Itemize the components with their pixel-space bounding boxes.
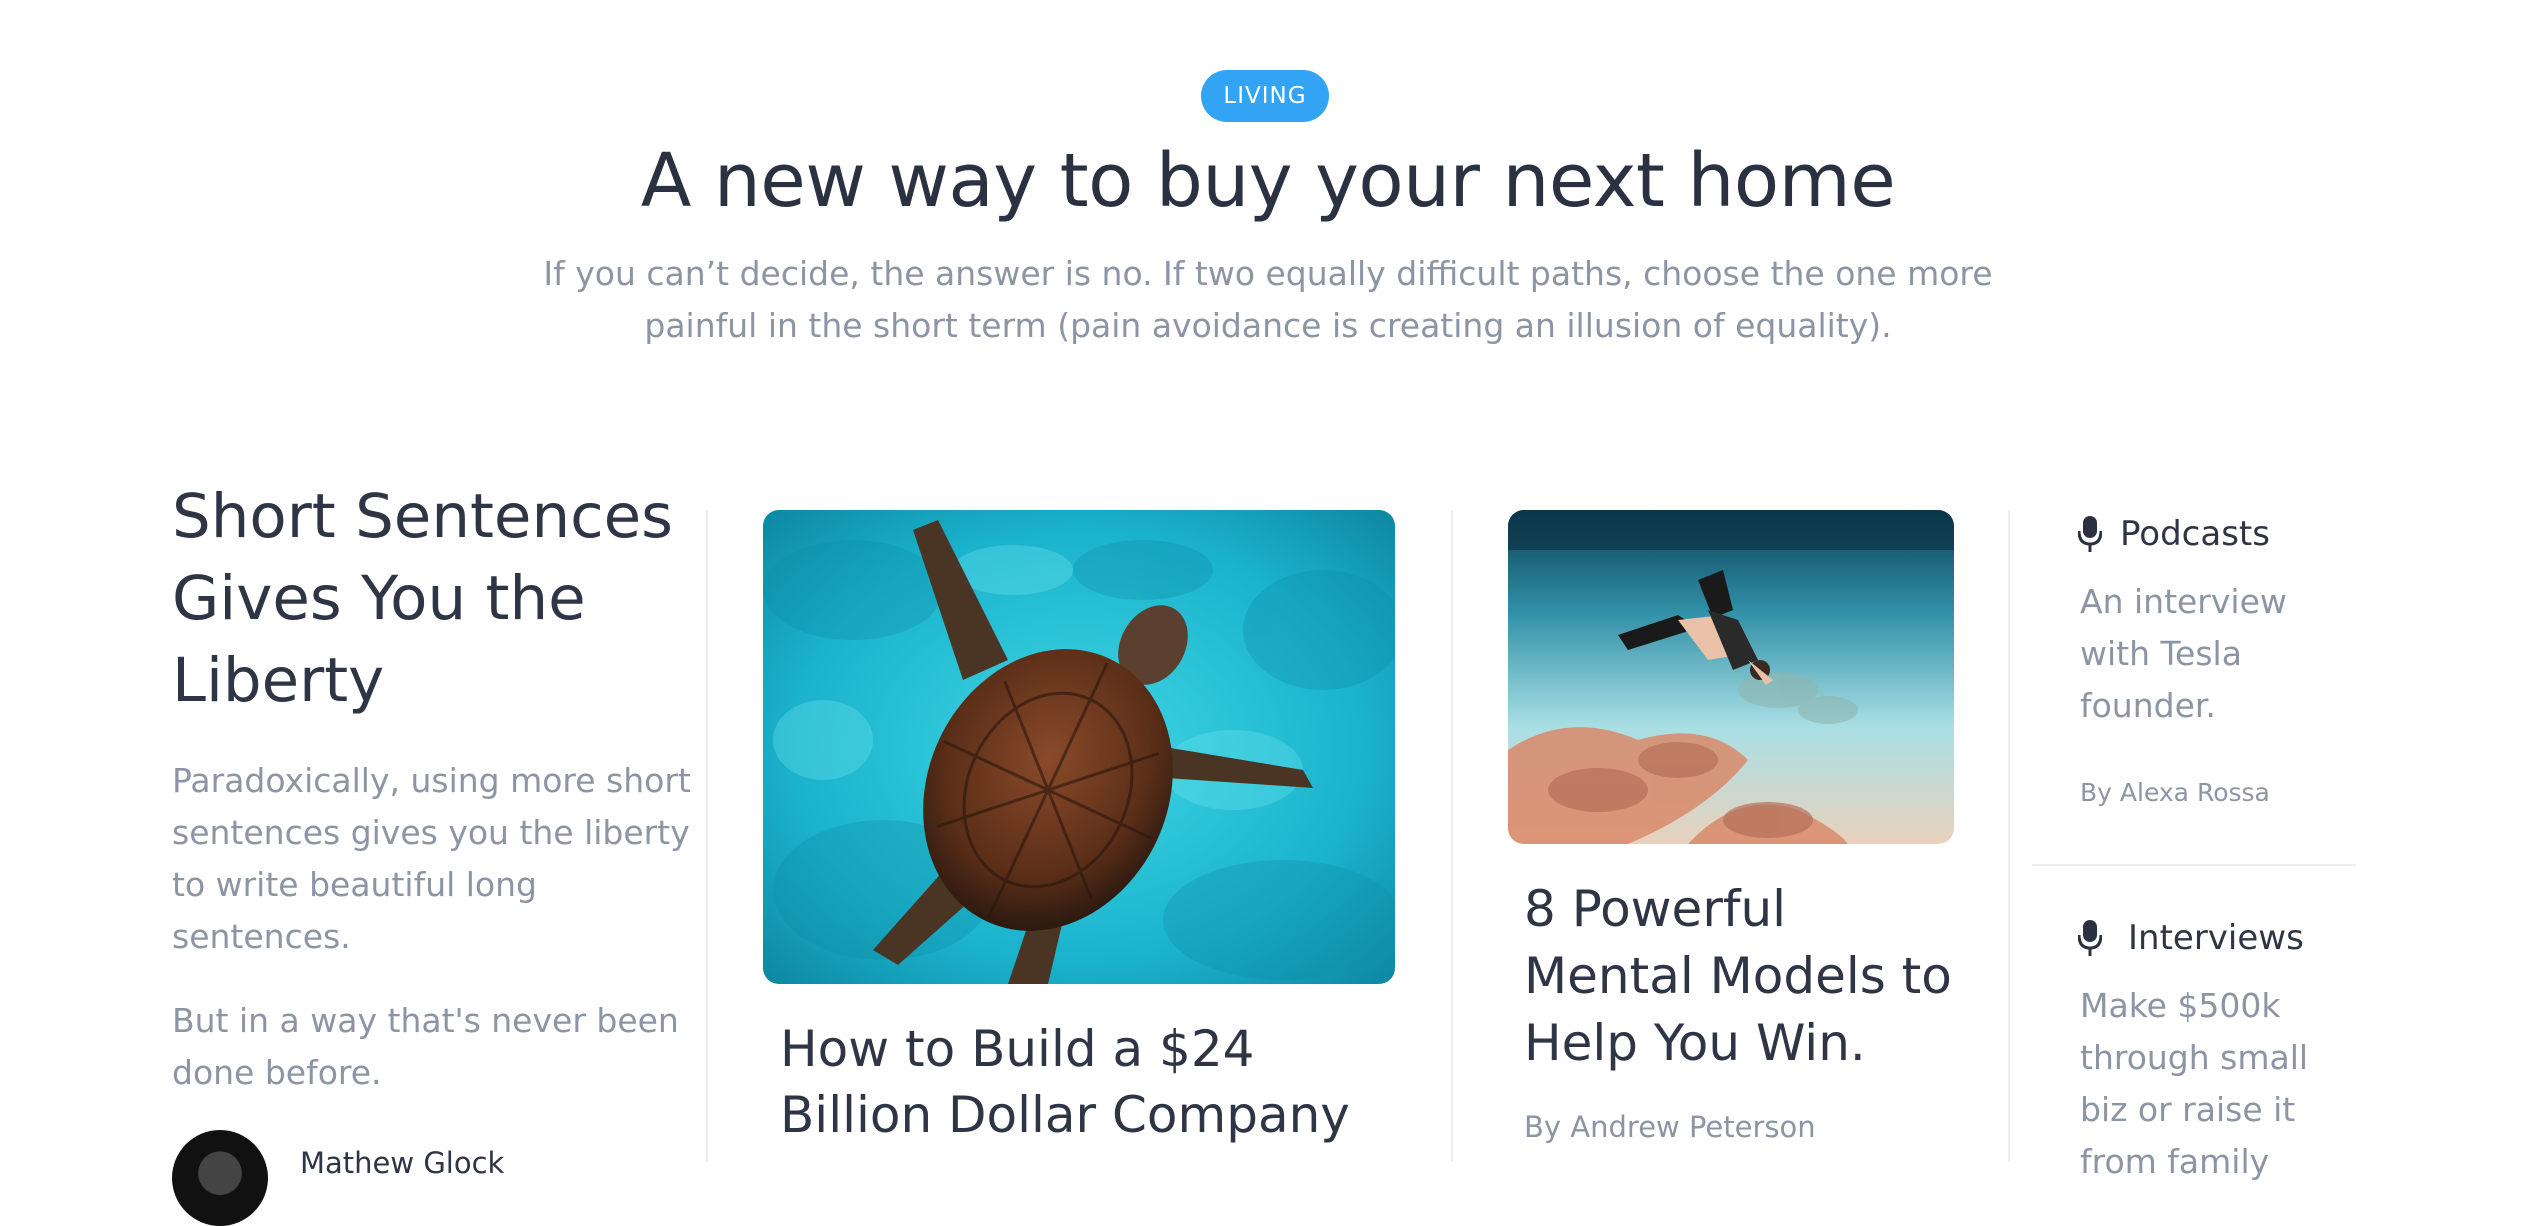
sidebar-heading: Interviews <box>2128 918 2304 958</box>
microphone-icon <box>2078 920 2102 956</box>
hero-subtitle: If you can’t decide, the answer is no. I… <box>543 254 1993 345</box>
category-tag[interactable]: LIVING <box>1201 70 1329 122</box>
article-author[interactable]: By Andrew Peterson <box>1524 1110 1816 1144</box>
sidebar-item-podcasts[interactable]: Podcasts <box>2078 514 2270 554</box>
column-divider <box>706 510 708 1162</box>
sidebar-item-interviews[interactable]: Interviews <box>2078 918 2304 958</box>
free-diver-image[interactable] <box>1508 510 1954 844</box>
free-diver-photo-icon <box>1508 510 1954 844</box>
sea-turtle-image[interactable] <box>763 510 1395 984</box>
hero-title: A new way to buy your next home <box>640 138 1896 224</box>
feature-title[interactable]: Short Sentences Gives You the Liberty <box>172 476 692 722</box>
avatar <box>172 1130 268 1226</box>
sidebar-text[interactable]: An interview with Tesla founder. <box>2080 576 2340 732</box>
microphone-icon <box>2078 516 2102 552</box>
sidebar-divider <box>2032 864 2356 866</box>
author-name[interactable]: Mathew Glock <box>300 1146 504 1180</box>
article-title[interactable]: 8 Powerful Mental Models to Help You Win… <box>1524 876 1964 1077</box>
column-divider <box>1451 510 1453 1162</box>
sidebar-byline[interactable]: By Alexa Rossa <box>2080 778 2270 807</box>
sidebar-text[interactable]: Make $500k through small biz or raise it… <box>2080 980 2340 1188</box>
column-divider <box>2008 510 2010 1162</box>
article-title[interactable]: How to Build a $24 Billion Dollar Compan… <box>780 1016 1400 1148</box>
sidebar-heading: Podcasts <box>2120 514 2270 554</box>
feature-paragraph: Paradoxically, using more short sentence… <box>172 761 691 956</box>
sea-turtle-photo-icon <box>763 510 1395 984</box>
feature-paragraph: But in a way that's never been done befo… <box>172 1001 679 1092</box>
